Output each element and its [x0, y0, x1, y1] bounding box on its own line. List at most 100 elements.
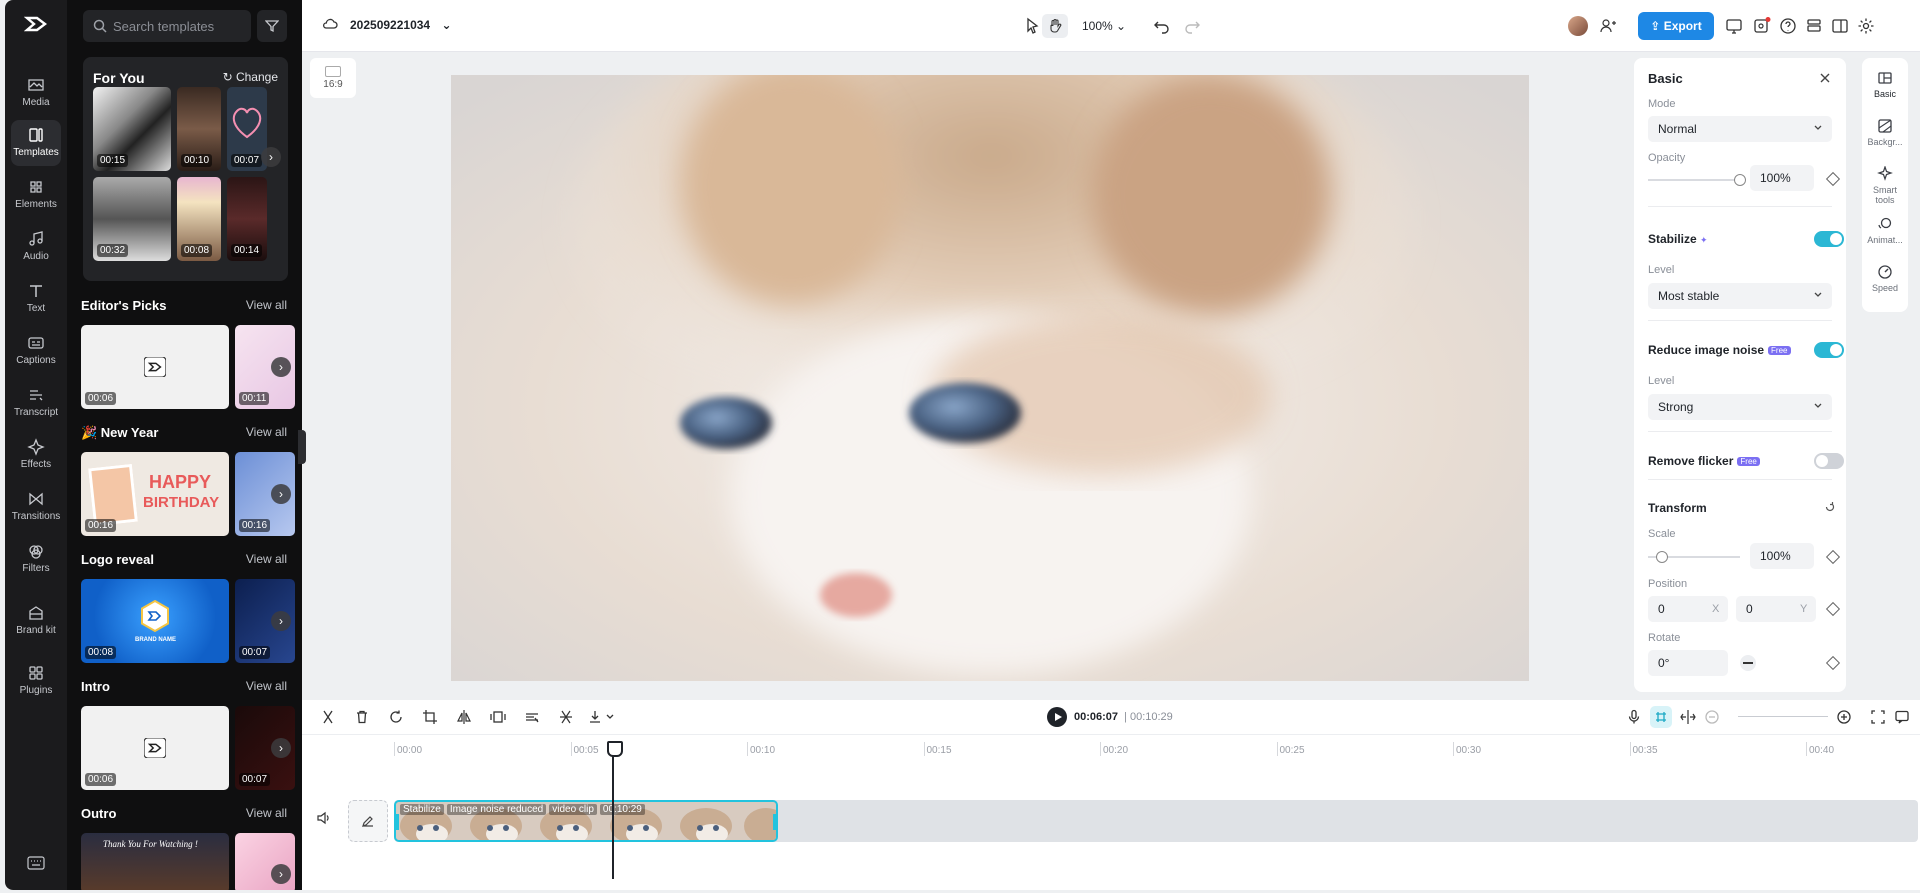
- avatar[interactable]: [1568, 16, 1588, 36]
- keyboard-icon[interactable]: [27, 856, 45, 870]
- rail-item-audio[interactable]: Audio: [11, 224, 61, 270]
- layout-panel-icon[interactable]: [1830, 16, 1850, 36]
- rail-item-media[interactable]: Media: [11, 70, 61, 116]
- fit-timeline-icon[interactable]: [1870, 709, 1886, 725]
- magnet-snap-button[interactable]: [1650, 706, 1672, 728]
- next-arrow-button[interactable]: ›: [271, 738, 291, 758]
- tab-animation[interactable]: Animat...: [1864, 210, 1906, 256]
- video-clip[interactable]: Stabilize Image noise reduced video clip 00…: [394, 800, 778, 842]
- zoom-in-icon[interactable]: [1836, 709, 1852, 725]
- template-thumb[interactable]: 00:15: [93, 87, 171, 171]
- tab-speed[interactable]: Speed: [1864, 258, 1906, 304]
- fit-icon[interactable]: [490, 709, 506, 725]
- opacity-slider[interactable]: [1648, 174, 1746, 186]
- next-arrow-button[interactable]: ›: [271, 357, 291, 377]
- timeline-ruler[interactable]: 00:00 00:05 00:10 00:15 00:20 00:25 00:30 00:35…: [302, 734, 1920, 762]
- position-y-input[interactable]: 0 Y: [1736, 596, 1816, 622]
- keyframe-icon[interactable]: [1825, 549, 1841, 565]
- zoom-out-icon[interactable]: [1704, 709, 1720, 725]
- timeline-zoom-slider[interactable]: [1738, 716, 1828, 717]
- opacity-slider-knob[interactable]: [1734, 174, 1746, 186]
- flip-icon[interactable]: [456, 709, 472, 725]
- rail-item-transitions[interactable]: Transitions: [11, 484, 61, 530]
- edit-cover-button[interactable]: [348, 800, 388, 842]
- noise-level-select[interactable]: Strong: [1648, 394, 1832, 420]
- rail-item-captions[interactable]: Captions: [11, 328, 61, 374]
- trim-icon[interactable]: [558, 709, 574, 725]
- template-thumb[interactable]: 00:08: [177, 177, 221, 261]
- loop-icon[interactable]: [388, 709, 404, 725]
- rail-item-templates[interactable]: Templates: [11, 120, 61, 166]
- stabilize-toggle[interactable]: [1814, 231, 1844, 247]
- aspect-ratio-button[interactable]: 16:9: [310, 58, 356, 98]
- crop-icon[interactable]: [422, 709, 438, 725]
- export-button[interactable]: ⇪ Export: [1638, 12, 1714, 40]
- tab-smart-tools[interactable]: Smart tools: [1864, 160, 1906, 206]
- mode-select[interactable]: Normal: [1648, 116, 1832, 142]
- notifications-icon[interactable]: [1752, 16, 1772, 36]
- template-thumb[interactable]: 00:06: [81, 706, 229, 790]
- keyframe-icon[interactable]: [1825, 171, 1841, 187]
- template-thumb[interactable]: 00:10: [177, 87, 221, 171]
- help-icon[interactable]: [1778, 16, 1798, 36]
- panel-collapse-handle[interactable]: [298, 430, 306, 464]
- split-icon[interactable]: [320, 709, 336, 725]
- hand-tool-button[interactable]: [1042, 14, 1068, 38]
- playhead[interactable]: [607, 741, 623, 879]
- position-x-input[interactable]: 0 X: [1648, 596, 1728, 622]
- next-arrow-button[interactable]: ›: [271, 484, 291, 504]
- reduce-noise-toggle[interactable]: [1814, 342, 1844, 358]
- stabilize-level-select[interactable]: Most stable: [1648, 283, 1832, 309]
- microphone-icon[interactable]: [1626, 709, 1642, 725]
- rail-item-brand-kit[interactable]: Brand kit: [11, 598, 61, 654]
- capcut-logo-icon[interactable]: [22, 14, 50, 38]
- view-all-link[interactable]: View all: [246, 679, 287, 693]
- scale-slider-knob[interactable]: [1656, 551, 1668, 563]
- scale-input[interactable]: 100%: [1750, 543, 1814, 569]
- settings-gear-icon[interactable]: [1856, 16, 1876, 36]
- select-pointer-icon[interactable]: [1022, 16, 1042, 36]
- delete-icon[interactable]: [354, 709, 370, 725]
- close-icon[interactable]: [1818, 71, 1832, 85]
- template-thumb[interactable]: HAPPY BIRTHDAY 00:16: [81, 452, 229, 536]
- rail-item-plugins[interactable]: Plugins: [11, 658, 61, 704]
- change-button[interactable]: ↻ Change: [223, 70, 278, 84]
- link-tracks-icon[interactable]: [1680, 709, 1696, 725]
- view-all-link[interactable]: View all: [246, 806, 287, 820]
- keyframe-icon[interactable]: [1825, 655, 1841, 671]
- scale-slider[interactable]: [1648, 551, 1740, 563]
- template-thumb[interactable]: 00:32: [93, 177, 171, 261]
- search-input[interactable]: Search templates: [83, 10, 251, 42]
- opacity-input[interactable]: 100%: [1750, 165, 1814, 191]
- volume-icon[interactable]: [316, 810, 332, 826]
- template-thumb[interactable]: 00:14: [227, 177, 267, 261]
- view-all-link[interactable]: View all: [246, 552, 287, 566]
- reset-icon[interactable]: [1824, 501, 1836, 513]
- template-thumb[interactable]: BRAND NAME 00:08: [81, 579, 229, 663]
- rail-item-elements[interactable]: Elements: [11, 172, 61, 218]
- keyframe-icon[interactable]: [1825, 601, 1841, 617]
- next-arrow-button[interactable]: ›: [271, 611, 291, 631]
- view-all-link[interactable]: View all: [246, 298, 287, 312]
- tab-basic[interactable]: Basic: [1864, 64, 1906, 110]
- undo-icon[interactable]: [1152, 16, 1172, 36]
- next-arrow-button[interactable]: ›: [271, 864, 291, 884]
- zoom-dropdown[interactable]: 100% ⌄: [1082, 19, 1126, 33]
- project-title[interactable]: 202509221034 ⌄: [322, 18, 452, 32]
- redo-icon[interactable]: [1182, 16, 1202, 36]
- rail-item-filters[interactable]: Filters: [11, 536, 61, 582]
- next-arrow-button[interactable]: ›: [261, 147, 281, 167]
- play-button[interactable]: [1047, 707, 1067, 727]
- present-icon[interactable]: [1724, 16, 1744, 36]
- rail-item-text[interactable]: Text: [11, 276, 61, 322]
- tab-background[interactable]: Backgr...: [1864, 112, 1906, 158]
- rail-item-transcript[interactable]: Transcript: [11, 380, 61, 426]
- download-dropdown-icon[interactable]: [588, 709, 616, 725]
- remove-flicker-toggle[interactable]: [1814, 453, 1844, 469]
- view-all-link[interactable]: View all: [246, 425, 287, 439]
- rotate-dial[interactable]: [1740, 655, 1756, 671]
- add-collaborator-icon[interactable]: [1598, 16, 1618, 36]
- clip-trim-handle-right[interactable]: [773, 814, 776, 830]
- clip-trim-handle-left[interactable]: [396, 814, 399, 830]
- remove-background-icon[interactable]: [524, 709, 540, 725]
